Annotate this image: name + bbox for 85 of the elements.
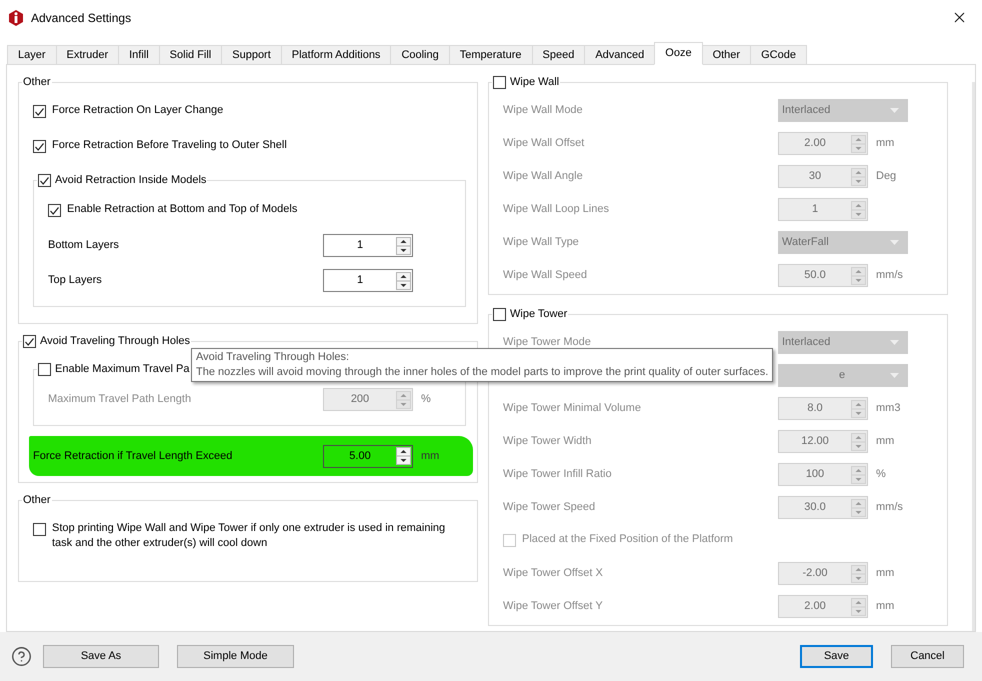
field-label: Maximum Travel Path Length [48, 392, 192, 408]
checkbox[interactable] [493, 308, 506, 321]
checkbox[interactable] [33, 105, 46, 118]
tab[interactable]: Platform Additions [280, 45, 392, 65]
number-field[interactable]: 1 [323, 234, 413, 257]
checkbox-label: Stop printing Wipe Wall and Wipe Tower if only one extruder is used in remaining task and the other extruder(s) will cool down [52, 521, 446, 551]
field-label: Wipe Wall Speed [503, 268, 588, 284]
group-title: Other [23, 75, 51, 90]
field-label: Wipe Tower Offset Y [503, 599, 604, 614]
field-label: Wipe Tower Minimal Volume [503, 401, 642, 416]
field-label: Wipe Wall Offset [503, 136, 586, 152]
tab[interactable]: Speed [532, 45, 586, 65]
unit-label: mm/s [876, 500, 903, 516]
field-label: Wipe Tower Mode [503, 335, 592, 350]
unit-label: % [876, 467, 886, 482]
tab[interactable]: Layer [7, 45, 57, 65]
unit-label: mm/s [876, 268, 903, 284]
app-logo-icon [9, 10, 23, 26]
group-title: Wipe Wall [510, 75, 560, 90]
tooltip-text: The nozzles will avoid moving through the inner holes of the model parts to improve the print quality of outer surfaces. [196, 365, 768, 380]
stepper-icon[interactable] [396, 447, 411, 465]
checkmark-icon [35, 108, 44, 116]
group-title: Avoid Retraction Inside Models [55, 173, 206, 188]
dialog-button[interactable]: Cancel [891, 645, 964, 668]
dialog-button[interactable]: Simple Mode [177, 645, 294, 668]
unit-label: mm [421, 448, 440, 464]
tooltip-title: Avoid Traveling Through Holes: [196, 350, 350, 365]
stepper-icon[interactable] [396, 236, 411, 254]
unit-label: mm [876, 599, 894, 614]
unit-label: mm [876, 566, 894, 582]
group-title: Avoid Traveling Through Holes [40, 334, 190, 350]
checkbox[interactable] [48, 204, 61, 217]
caret-icon [890, 240, 899, 245]
dialog-button[interactable]: Save [800, 645, 873, 668]
field-label: Force Retraction if Travel Length Exceed [33, 448, 234, 464]
checkmark-icon [50, 206, 59, 214]
dialog-button[interactable]: Save As [43, 645, 159, 668]
window-title: Advanced Settings [31, 10, 132, 26]
tab[interactable]: Temperature [448, 45, 533, 65]
unit-label: mm3 [876, 401, 900, 416]
checkbox[interactable] [33, 140, 46, 153]
checkmark-icon [40, 176, 49, 184]
checkmark-icon [35, 142, 44, 150]
field-label: Wipe Tower Infill Ratio [503, 467, 613, 482]
caret-icon [890, 108, 899, 113]
field-label: Wipe Wall Mode [503, 103, 584, 118]
checkbox-label: Enable Retraction at Bottom and Top of Models [67, 202, 298, 217]
group-title: Enable Maximum Travel Pa [55, 362, 190, 378]
group-title: Wipe Tower [510, 307, 568, 322]
unit-label: % [421, 392, 431, 408]
number-field[interactable]: 5.00 [323, 444, 413, 468]
number-field[interactable]: 1 [323, 269, 413, 292]
checkbox[interactable] [493, 76, 506, 89]
field-label: Wipe Tower Speed [503, 500, 596, 516]
stepper-icon[interactable] [396, 272, 411, 290]
field-label: Top Layers [48, 273, 103, 288]
checkbox[interactable] [38, 174, 51, 187]
caret-icon [890, 373, 899, 378]
field-label: Wipe Tower Offset X [503, 566, 604, 582]
group-title: Other [23, 493, 51, 508]
checkbox[interactable] [23, 335, 36, 348]
tab[interactable]: Solid Fill [158, 45, 222, 65]
tab[interactable]: Extruder [56, 45, 120, 65]
field-label: Wipe Wall Loop Lines [503, 202, 610, 218]
checkbox[interactable] [33, 523, 46, 536]
field-label: Bottom Layers [48, 238, 120, 254]
tab[interactable]: Cooling [390, 45, 450, 65]
tab[interactable]: GCode [750, 45, 807, 65]
tab[interactable]: Advanced [584, 45, 656, 65]
caret-icon [890, 340, 899, 345]
unit-label: mm [876, 136, 894, 152]
checkbox-label: Force Retraction Before Traveling to Outer Shell [52, 138, 287, 153]
checkbox-label: Force Retraction On Layer Change [52, 103, 224, 118]
field-label: Wipe Wall Angle [503, 169, 584, 184]
help-icon[interactable] [11, 646, 32, 667]
checkbox-label: Placed at the Fixed Position of the Platform [522, 532, 733, 547]
unit-label: Deg [876, 169, 896, 184]
field-label: Wipe Tower Width [503, 434, 592, 450]
checkbox[interactable] [38, 363, 51, 376]
unit-label: mm [876, 434, 894, 450]
tab[interactable]: Infill [118, 45, 160, 65]
tab[interactable]: Ooze [654, 42, 703, 65]
checkmark-icon [25, 338, 34, 346]
field-label: Wipe Wall Type [503, 235, 580, 250]
tab[interactable]: Support [221, 45, 282, 65]
